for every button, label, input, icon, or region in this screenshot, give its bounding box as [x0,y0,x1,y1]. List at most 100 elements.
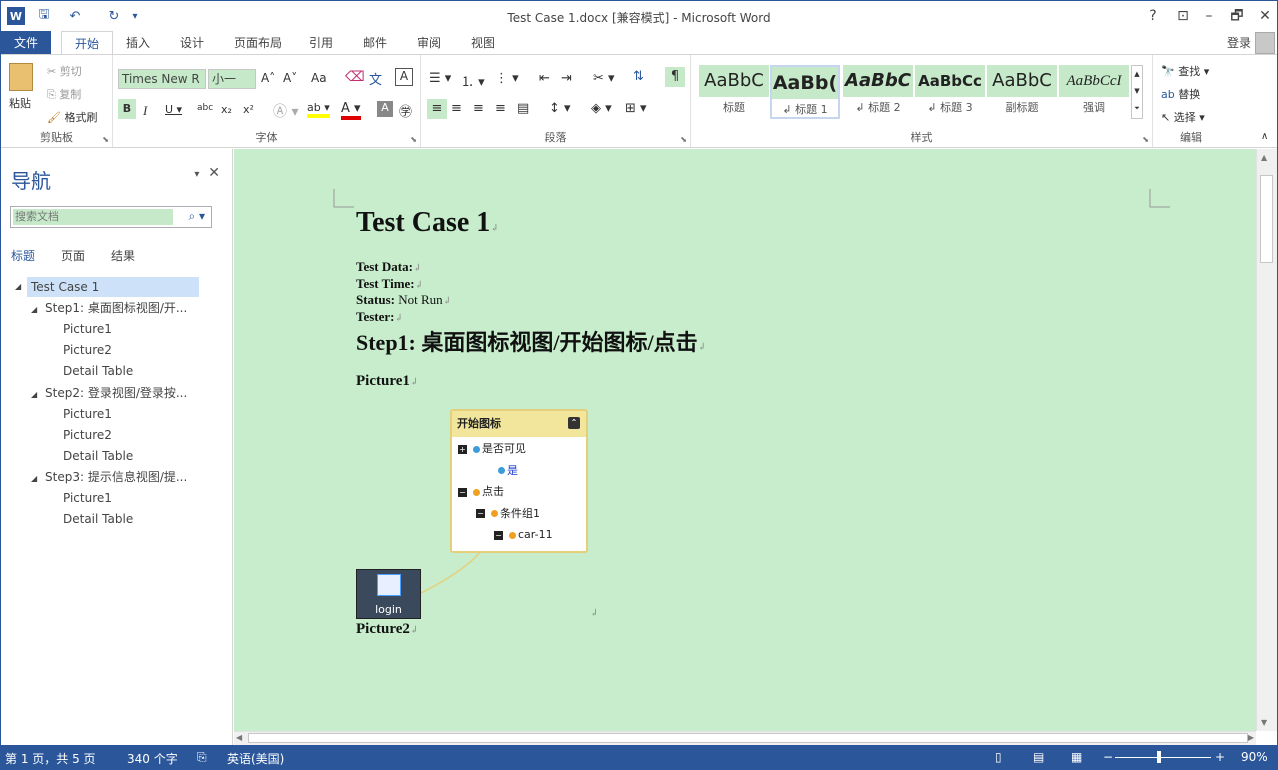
zoom-slider-thumb[interactable] [1157,751,1161,763]
tree-item[interactable]: Picture2 [63,340,112,360]
sort-icon[interactable]: ⇅ [633,69,644,84]
collapse-icon[interactable]: − [458,487,467,497]
dialog-launcher-icon[interactable]: ⬊ [410,135,417,144]
clear-formatting-icon[interactable]: ⌫ [345,69,365,85]
expand-triangle-icon[interactable]: ◢ [31,385,45,405]
cut-button[interactable]: ✂ 剪切 [47,63,82,79]
subscript-button[interactable]: x₂ [221,103,232,116]
style-title[interactable]: AaBbC 标题 [699,65,769,119]
collapse-icon[interactable]: ⌃ [568,417,580,429]
grow-font-button[interactable]: A˄ [261,71,275,85]
search-input[interactable]: 搜索文档 ⌕ ▾ [10,206,212,228]
find-button[interactable]: 🔭 查找 ▾ [1161,63,1209,79]
card-row[interactable]: 是 [498,463,518,479]
close-icon[interactable]: ✕ [208,165,220,181]
superscript-button[interactable]: x² [243,103,254,116]
card-row[interactable]: + 是否可见 [458,441,526,457]
style-heading-3[interactable]: AaBbCc ↲ 标题 3 [915,65,985,119]
format-painter-button[interactable]: 🖌 格式刷 [47,109,97,125]
scroll-up-icon[interactable]: ▲ [1261,153,1267,162]
collapse-icon[interactable]: − [476,509,485,518]
read-mode-icon[interactable]: ▯ [995,750,1002,764]
minimize-button[interactable]: – [1197,5,1221,27]
horizontal-scrollbar[interactable]: ◀ ▶ [234,731,1256,745]
zoom-in-icon[interactable]: + [1215,750,1225,764]
print-layout-icon[interactable]: ▤ [1033,750,1044,764]
highlight-icon[interactable]: ab ▾ [307,101,330,118]
zoom-out-icon[interactable]: − [1103,750,1113,764]
tab-view[interactable]: 视图 [463,31,503,55]
tree-item[interactable]: Picture1 [63,319,112,339]
tree-item[interactable]: Detail Table [63,446,133,466]
tab-mailings[interactable]: 邮件 [355,31,395,55]
document-canvas[interactable]: Test Case 1↲ Test Data:↲ Test Time:↲ Statu… [234,149,1256,731]
ribbon-display-options-button[interactable]: ⊡ [1171,5,1195,27]
numbering-icon[interactable]: ⒈ ▾ [461,71,485,90]
style-emphasis[interactable]: AaBbCcI 强调 [1059,65,1129,119]
vertical-scrollbar[interactable]: ▲ ▼ [1256,149,1277,731]
character-shading-icon[interactable]: A [377,101,393,117]
tree-item[interactable]: ◢ Step1: 桌面图标视图/开... [31,298,187,318]
distributed-icon[interactable]: ▤ [517,101,529,116]
card-row[interactable]: − car-11 [494,527,553,543]
tree-item[interactable]: Picture1 [63,488,112,508]
tab-insert[interactable]: 插入 [119,31,157,55]
select-button[interactable]: ↖ 选择 ▾ [1161,109,1205,125]
search-icon[interactable]: ⌕ ▾ [188,209,205,224]
tree-item[interactable]: Detail Table [63,361,133,381]
collapse-icon[interactable]: − [494,530,503,540]
font-size-combo[interactable]: 小一 [208,69,256,89]
tab-review[interactable]: 审阅 [409,31,449,55]
scroll-right-icon[interactable]: ▶ [1248,733,1254,742]
dialog-launcher-icon[interactable]: ⬊ [1142,135,1149,144]
style-heading-2[interactable]: AaBbC ↲ 标题 2 [843,65,913,119]
zoom-level[interactable]: 90% [1241,750,1268,764]
tree-item[interactable]: ◢ Test Case 1 [15,277,199,297]
styles-scroll-icon[interactable]: ▲ ▼ ⏷ [1131,65,1143,119]
tab-home[interactable]: 开始 [61,31,113,55]
font-name-combo[interactable]: Times New R [118,69,206,89]
dialog-launcher-icon[interactable]: ⬊ [102,135,109,144]
scroll-thumb[interactable] [1260,175,1273,263]
chinese-layout-icon[interactable]: ✂ ▾ [593,71,615,86]
underline-button[interactable]: U ▾ [165,103,182,116]
tree-item[interactable]: Detail Table [63,509,133,529]
maximize-button[interactable]: 🗗 [1225,5,1249,27]
dialog-launcher-icon[interactable]: ⬊ [680,135,687,144]
align-right-icon[interactable]: ≡ [473,101,484,116]
avatar[interactable] [1255,32,1275,54]
web-layout-icon[interactable]: ▦ [1071,750,1082,764]
expand-icon[interactable]: + [458,444,467,454]
align-center-icon[interactable]: ≡ [451,101,462,116]
tab-page-layout[interactable]: 页面布局 [227,31,289,55]
style-heading-1[interactable]: AaBb(↲ 标题 1 [770,65,840,119]
strikethrough-button[interactable]: abc [197,103,213,113]
font-color-icon[interactable]: A ▾ [341,101,361,120]
help-button[interactable]: ? [1141,5,1165,27]
shrink-font-button[interactable]: A˅ [283,71,297,85]
replace-button[interactable]: ab 替换 [1161,86,1200,102]
tab-headings[interactable]: 标题 [11,247,35,264]
character-border-icon[interactable]: A [395,68,413,86]
close-button[interactable]: ✕ [1253,5,1277,27]
scroll-down-icon[interactable]: ▼ [1261,718,1267,727]
language[interactable]: 英语(美国) [227,750,284,767]
card-row[interactable]: − 条件组1 [476,506,540,522]
text-effects-icon[interactable]: Ⓐ ▾ [273,101,298,121]
bold-button[interactable]: B [118,99,136,119]
tab-file[interactable]: 文件 [1,31,51,55]
page-count[interactable]: 第 1 页，共 5 页 [5,750,96,767]
tab-references[interactable]: 引用 [301,31,341,55]
expand-triangle-icon[interactable]: ◢ [31,469,45,489]
tab-design[interactable]: 设计 [173,31,211,55]
justify-icon[interactable]: ≡ [495,101,506,116]
sign-in-link[interactable]: 登录 [1227,31,1251,55]
tree-item[interactable]: ◢ Step3: 提示信息视图/提... [31,467,187,487]
paste-button[interactable]: 粘贴 [9,95,31,111]
collapse-ribbon-icon[interactable]: ∧ [1261,131,1268,142]
italic-button[interactable]: I [143,103,147,119]
expand-triangle-icon[interactable]: ◢ [31,300,45,320]
tab-pages[interactable]: 页面 [61,247,85,264]
hscroll-thumb[interactable] [248,733,1248,743]
paste-icon[interactable] [9,63,33,91]
